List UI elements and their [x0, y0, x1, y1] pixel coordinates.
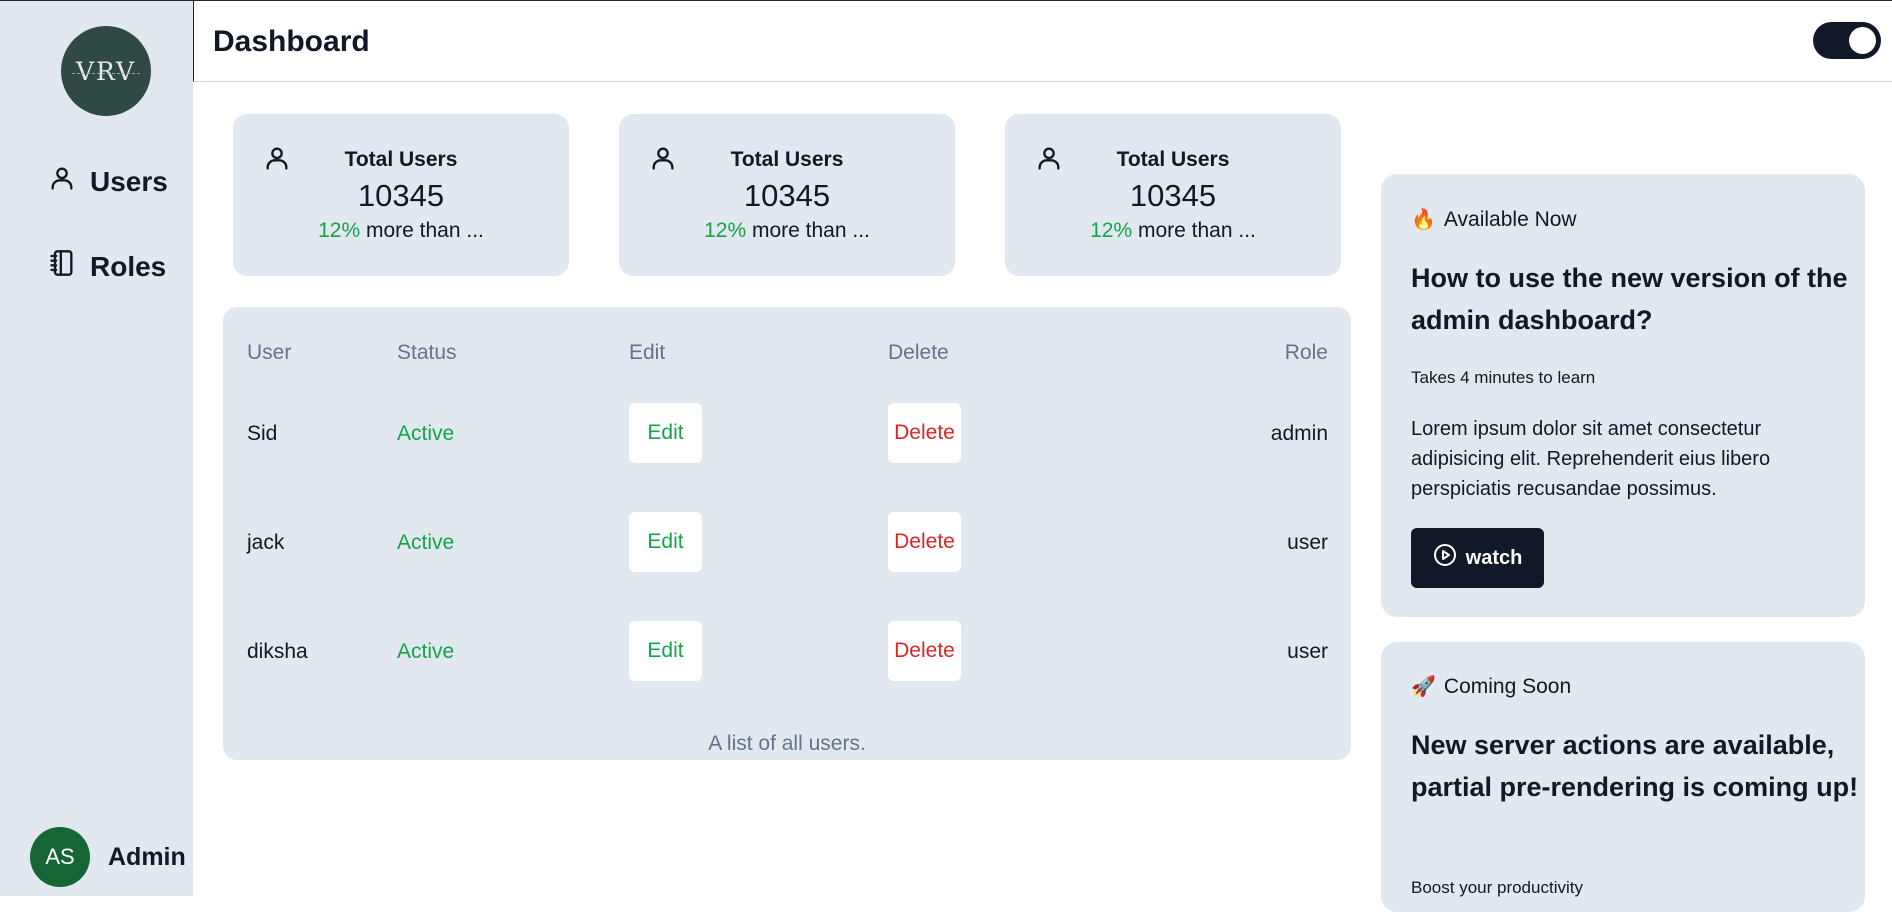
header: Dashboard: [193, 1, 1892, 82]
user-name: Admin: [108, 842, 186, 871]
delete-button[interactable]: Delete: [888, 621, 961, 681]
cell-status: Active: [397, 531, 455, 554]
cell-role: admin: [1270, 422, 1328, 445]
stat-change-text: more than ...: [1132, 219, 1256, 242]
cell-status: Active: [397, 640, 455, 663]
promo-tag-label: Coming Soon: [1443, 674, 1572, 698]
stat-value: 10345: [1129, 178, 1217, 213]
promo-body: Lorem ipsum dolor sit amet consectetur a…: [1411, 418, 1771, 500]
stat-value: 10345: [357, 178, 445, 213]
stat-change-text: more than ...: [360, 219, 484, 242]
user-icon: [48, 164, 76, 199]
users-table: User Status Edit Delete Role Sid Active …: [223, 307, 1351, 760]
watch-button[interactable]: watch: [1411, 528, 1544, 588]
stat-change-percent: 12%: [318, 219, 361, 242]
cell-role: user: [1287, 531, 1328, 554]
edit-button[interactable]: Edit: [629, 512, 702, 572]
column-header-role: Role: [1284, 341, 1328, 364]
stat-change: 12% more than ...: [1005, 219, 1341, 243]
stat-change: 12% more than ...: [619, 219, 955, 243]
delete-button[interactable]: Delete: [888, 512, 961, 572]
toggle-knob: [1849, 27, 1876, 54]
promo-card-available: 🔥 Available Now How to use the new versi…: [1381, 174, 1865, 617]
promo-tag: 🔥 Available Now: [1411, 207, 1577, 232]
watch-button-label: watch: [1465, 546, 1523, 569]
stat-change-text: more than ...: [746, 219, 870, 242]
avatar[interactable]: AS: [30, 827, 90, 887]
vrv-logo[interactable]: VRV: [61, 26, 151, 116]
edit-button[interactable]: Edit: [629, 621, 702, 681]
stat-label: Total Users: [1116, 148, 1230, 171]
stat-card: Total Users 10345 12% more than ...: [619, 114, 955, 276]
stat-change-percent: 12%: [1090, 219, 1133, 242]
sidebar: VRV Users Roles AS Admin: [0, 1, 193, 896]
stat-card: Total Users 10345 12% more than ...: [233, 114, 569, 276]
sidebar-item-roles[interactable]: Roles: [48, 249, 166, 284]
promo-card-coming-soon: 🚀 Coming Soon New server actions are ava…: [1381, 642, 1865, 912]
table-caption: A list of all users.: [708, 732, 866, 755]
column-header-status: Status: [397, 341, 457, 364]
stat-card: Total Users 10345 12% more than ...: [1005, 114, 1341, 276]
sidebar-item-users[interactable]: Users: [48, 164, 168, 199]
column-header-edit: Edit: [629, 341, 666, 364]
promo-title: How to use the new version of the admin …: [1411, 263, 1848, 335]
cell-user: jack: [247, 531, 285, 554]
stat-change-percent: 12%: [704, 219, 747, 242]
column-header-user: User: [247, 341, 292, 364]
fire-icon: 🔥: [1411, 209, 1436, 231]
cell-user: Sid: [247, 422, 278, 445]
promo-tag-label: Available Now: [1443, 207, 1577, 231]
stat-value: 10345: [743, 178, 831, 213]
stat-label: Total Users: [730, 148, 844, 171]
promo-title: New server actions are available, partia…: [1411, 730, 1859, 802]
sidebar-item-label: Users: [90, 165, 168, 197]
theme-toggle[interactable]: [1813, 22, 1881, 59]
cell-user: diksha: [247, 640, 308, 663]
cell-status: Active: [397, 422, 455, 445]
promo-meta: Takes 4 minutes to learn: [1411, 368, 1596, 387]
stat-change: 12% more than ...: [233, 219, 569, 243]
cell-role: user: [1287, 640, 1328, 663]
logo-text: VRV: [71, 56, 141, 86]
user-profile[interactable]: AS Admin: [30, 827, 186, 887]
play-circle-icon: [1433, 543, 1457, 573]
promo-tag: 🚀 Coming Soon: [1411, 674, 1571, 699]
page-title: Dashboard: [213, 25, 370, 58]
promo-meta: Boost your productivity: [1411, 878, 1583, 897]
column-header-delete: Delete: [888, 341, 949, 364]
notebook-icon: [48, 249, 76, 284]
rocket-icon: 🚀: [1411, 676, 1436, 698]
delete-button[interactable]: Delete: [888, 403, 961, 463]
edit-button[interactable]: Edit: [629, 403, 702, 463]
sidebar-item-label: Roles: [90, 250, 167, 282]
stat-label: Total Users: [344, 148, 458, 171]
